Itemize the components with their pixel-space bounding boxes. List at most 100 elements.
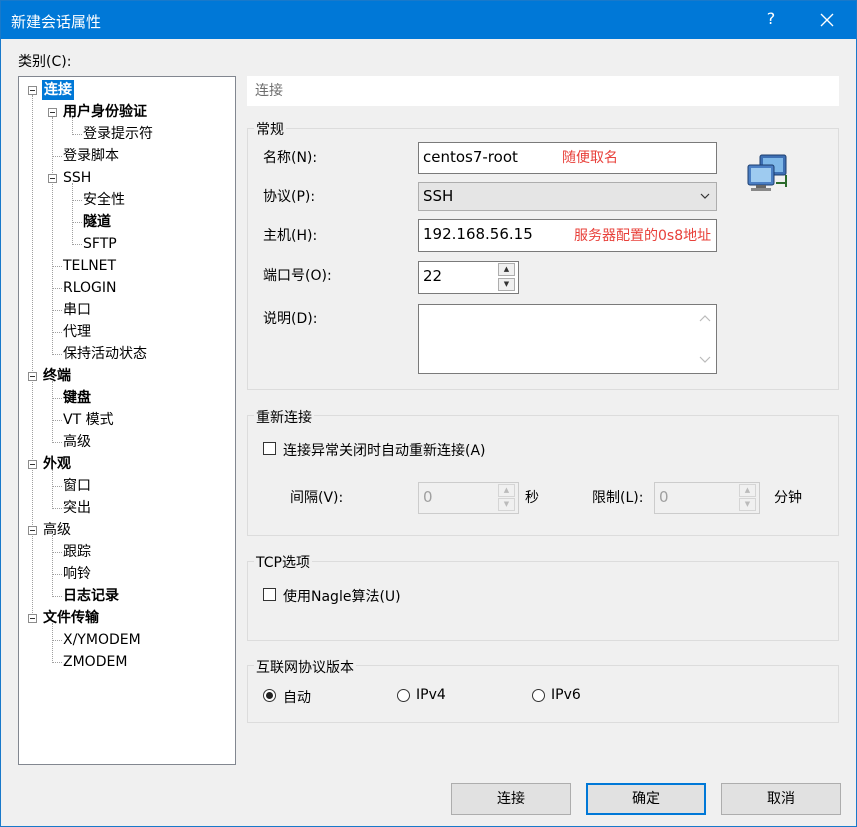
tree-line [52, 354, 62, 355]
tree-item-rlogin[interactable]: RLOGIN [63, 278, 117, 298]
tree-item-terminal[interactable]: 终端 [43, 366, 71, 386]
port-stepper[interactable]: ▲ ▼ [497, 263, 517, 292]
tree-item-file-transfer[interactable]: 文件传输 [43, 608, 99, 628]
tree-line [52, 535, 53, 597]
protocol-label: 协议(P): [263, 189, 316, 205]
tree-item-trace[interactable]: 跟踪 [63, 542, 91, 562]
tree-line [52, 596, 62, 597]
tree-item-connection[interactable]: 连接 [42, 80, 74, 100]
connect-button[interactable]: 连接 [451, 783, 571, 815]
tree-line [52, 623, 53, 663]
tree-line [52, 381, 53, 443]
port-value: 22 [423, 267, 443, 285]
ok-button[interactable]: 确定 [586, 783, 706, 815]
spin-down-icon: ▼ [498, 498, 515, 511]
tree-item-sftp[interactable]: SFTP [83, 234, 117, 254]
tree-item-highlight[interactable]: 突出 [63, 498, 91, 518]
description-scrollbar[interactable] [695, 306, 715, 372]
tree-item-vt-modes[interactable]: VT 模式 [63, 410, 114, 430]
tree-item-telnet[interactable]: TELNET [63, 256, 116, 276]
tree-item-proxy[interactable]: 代理 [63, 322, 91, 342]
tree-item-advanced[interactable]: 高级 [43, 520, 71, 540]
help-button[interactable]: ? [763, 9, 779, 29]
spin-down-icon[interactable]: ▼ [498, 278, 515, 291]
tree-line [52, 508, 62, 509]
scroll-down-icon[interactable] [695, 349, 715, 369]
spin-up-icon: ▲ [498, 484, 515, 497]
tree-line [72, 244, 82, 245]
limit-unit: 分钟 [774, 490, 802, 506]
tree-line [72, 183, 73, 245]
general-group-title: 常规 [254, 119, 286, 139]
tree-item-appearance[interactable]: 外观 [43, 454, 71, 474]
tree-line [52, 117, 53, 355]
title-bar: 新建会话属性 ? [1, 1, 856, 39]
tree-line [72, 222, 82, 223]
close-button[interactable] [807, 3, 847, 37]
collapse-icon[interactable] [28, 614, 37, 623]
description-textarea[interactable] [418, 304, 717, 374]
tree-item-window[interactable]: 窗口 [63, 476, 91, 496]
scroll-up-icon[interactable] [695, 309, 715, 329]
tree-line [52, 640, 62, 641]
tree-line [72, 134, 82, 135]
radio-ipv6[interactable] [532, 689, 545, 702]
auto-reconnect-label[interactable]: 连接异常关闭时自动重新连接(A) [283, 440, 486, 460]
interval-stepper: ▲ ▼ [497, 484, 517, 512]
tree-item-login-prompts[interactable]: 登录提示符 [83, 124, 153, 144]
limit-label: 限制(L): [592, 490, 644, 506]
tree-item-tunneling[interactable]: 隧道 [83, 212, 111, 232]
port-label: 端口号(O): [263, 268, 332, 284]
collapse-icon[interactable] [28, 86, 37, 95]
tree-item-xymodem[interactable]: X/YMODEM [63, 630, 141, 650]
radio-ipv4-label[interactable]: IPv4 [416, 687, 446, 703]
name-note: 随便取名 [562, 150, 618, 166]
nagle-label[interactable]: 使用Nagle算法(U) [283, 586, 401, 606]
tree-item-user-auth[interactable]: 用户身份验证 [63, 102, 147, 122]
tree-line [52, 486, 62, 487]
collapse-icon[interactable] [28, 372, 37, 381]
tree-item-zmodem[interactable]: ZMODEM [63, 652, 127, 672]
protocol-select-value: SSH [423, 187, 454, 205]
tree-item-bell[interactable]: 响铃 [63, 564, 91, 584]
tree-item-keyboard[interactable]: 键盘 [63, 388, 91, 408]
auto-reconnect-checkbox[interactable] [263, 442, 276, 455]
description-label: 说明(D): [263, 311, 318, 327]
tree-line [52, 266, 62, 267]
tree-item-serial[interactable]: 串口 [63, 300, 91, 320]
spin-up-icon[interactable]: ▲ [498, 263, 515, 276]
protocol-select[interactable]: SSH [418, 182, 717, 211]
reconnect-group [247, 415, 839, 536]
ip-version-group-title: 互联网协议版本 [254, 657, 356, 677]
tree-line [52, 310, 62, 311]
tree-item-ssh[interactable]: SSH [63, 168, 91, 188]
tree-item-security[interactable]: 安全性 [83, 190, 125, 210]
tree-item-logging[interactable]: 日志记录 [63, 586, 119, 606]
radio-auto[interactable] [263, 689, 276, 702]
interval-label: 间隔(V): [290, 490, 344, 506]
radio-auto-label[interactable]: 自动 [283, 687, 311, 707]
radio-ipv4[interactable] [397, 689, 410, 702]
limit-stepper: ▲ ▼ [738, 484, 758, 512]
collapse-icon[interactable] [28, 460, 37, 469]
category-label: 类别(C): [18, 54, 72, 70]
session-properties-dialog: 新建会话属性 ? 类别(C): 连接 用户身份验证 登录提示符 登录脚本 SSH… [0, 0, 857, 827]
reconnect-group-title: 重新连接 [254, 407, 314, 427]
name-label: 名称(N): [263, 150, 318, 166]
cancel-button[interactable]: 取消 [721, 783, 841, 815]
collapse-icon[interactable] [48, 174, 57, 183]
tree-item-keepalive[interactable]: 保持活动状态 [63, 344, 147, 364]
tree-item-login-scripts[interactable]: 登录脚本 [63, 146, 119, 166]
tree-line [32, 95, 33, 615]
limit-value: 0 [659, 488, 669, 506]
collapse-icon[interactable] [28, 526, 37, 535]
spin-down-icon: ▼ [739, 498, 756, 511]
category-tree[interactable]: 连接 用户身份验证 登录提示符 登录脚本 SSH 安全性 隧道 SFTP TEL… [18, 76, 236, 765]
collapse-icon[interactable] [48, 108, 57, 117]
tree-line [52, 398, 62, 399]
tree-item-terminal-advanced[interactable]: 高级 [63, 432, 91, 452]
tree-line [52, 574, 62, 575]
computer-network-icon [747, 154, 787, 191]
nagle-checkbox[interactable] [263, 588, 276, 601]
radio-ipv6-label[interactable]: IPv6 [551, 687, 581, 703]
